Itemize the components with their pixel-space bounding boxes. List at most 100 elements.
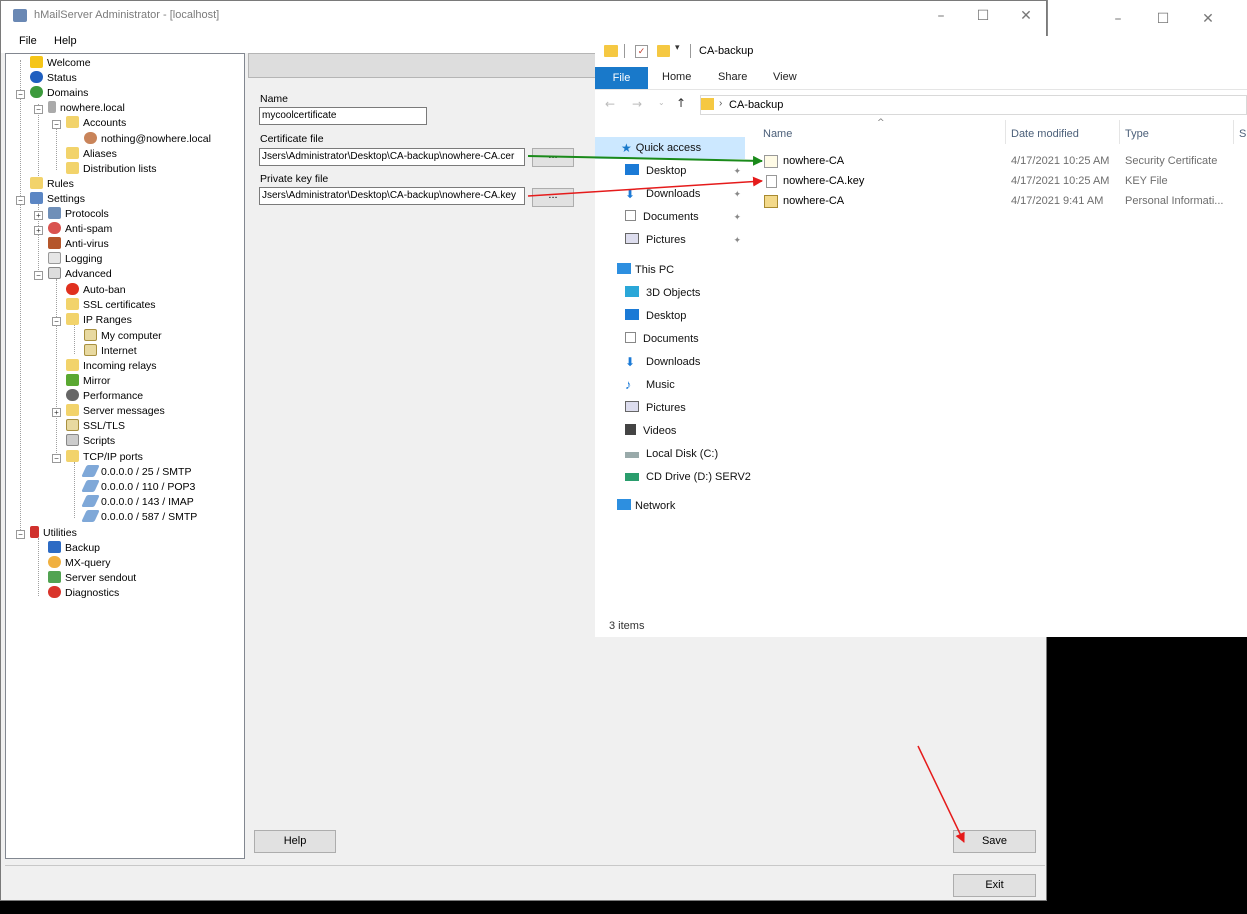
- tree-item-status[interactable]: Status: [30, 71, 77, 86]
- column-divider[interactable]: [1233, 120, 1234, 144]
- bg-maximize-icon[interactable]: ☐: [1148, 8, 1178, 30]
- up-icon[interactable]: ↑: [676, 96, 686, 110]
- file-row[interactable]: nowhere-CA 4/17/2021 10:25 AM Security C…: [763, 151, 1247, 171]
- tree-item-port[interactable]: 0.0.0.0 / 587 / SMTP: [81, 510, 197, 525]
- collapse-advanced-icon[interactable]: −: [34, 271, 43, 280]
- pin-icon[interactable]: ✦: [733, 206, 741, 228]
- file-row[interactable]: nowhere-CA.key 4/17/2021 10:25 AM KEY Fi…: [763, 171, 1247, 191]
- collapse-ip-ranges-icon[interactable]: −: [52, 317, 61, 326]
- tree-item-logging[interactable]: Logging: [48, 252, 102, 267]
- exit-button[interactable]: Exit: [953, 874, 1036, 897]
- column-size[interactable]: Si: [1239, 128, 1247, 140]
- expand-antispam-icon[interactable]: +: [34, 226, 43, 235]
- tree-item-incoming-relays[interactable]: Incoming relays: [66, 359, 157, 374]
- tree-item-domain[interactable]: nowhere.local: [48, 101, 125, 116]
- tree-item-settings[interactable]: Settings: [30, 192, 85, 207]
- nav-pc-documents[interactable]: Documents: [595, 328, 745, 350]
- nav-pc-pictures[interactable]: Pictures: [595, 397, 745, 419]
- ribbon-tab-file[interactable]: File: [595, 67, 648, 89]
- minimize-icon[interactable]: –: [926, 5, 956, 27]
- forward-icon[interactable]: →: [632, 97, 642, 111]
- tree-item-protocols[interactable]: Protocols: [48, 207, 109, 222]
- nav-pc-music[interactable]: ♪ Music: [595, 374, 745, 396]
- pin-icon[interactable]: ✦: [733, 183, 741, 205]
- tree-item-port[interactable]: 0.0.0.0 / 25 / SMTP: [81, 465, 191, 480]
- collapse-utilities-icon[interactable]: −: [16, 530, 25, 539]
- tree-item-port[interactable]: 0.0.0.0 / 143 / IMAP: [81, 495, 194, 510]
- tree-item-ssl-tls[interactable]: SSL/TLS: [66, 419, 125, 434]
- tree-item-performance[interactable]: Performance: [66, 389, 143, 404]
- tree-item-utilities[interactable]: Utilities: [30, 526, 77, 541]
- tree-item-advanced[interactable]: Advanced: [48, 267, 112, 282]
- private-key-field[interactable]: Jsers\Administrator\Desktop\CA-backup\no…: [259, 187, 525, 205]
- collapse-settings-icon[interactable]: −: [16, 196, 25, 205]
- tree-item-server-messages[interactable]: Server messages: [66, 404, 165, 419]
- tree-item-aliases[interactable]: Aliases: [66, 147, 117, 162]
- tree-item-server-sendout[interactable]: Server sendout: [48, 571, 136, 586]
- name-field[interactable]: mycoolcertificate: [259, 107, 427, 125]
- tree-item-ssl-certificates[interactable]: SSL certificates: [66, 298, 156, 313]
- properties-icon[interactable]: ✓: [635, 45, 648, 58]
- new-folder-icon[interactable]: [657, 45, 670, 57]
- column-type[interactable]: Type: [1125, 128, 1149, 140]
- tree-item-domains[interactable]: Domains: [30, 86, 88, 101]
- address-bar[interactable]: › CA-backup: [700, 95, 1247, 115]
- tree-item-account[interactable]: nothing@nowhere.local: [84, 132, 211, 147]
- tree-item-ip-ranges[interactable]: IP Ranges: [66, 313, 132, 328]
- collapse-domains-icon[interactable]: −: [16, 90, 25, 99]
- nav-quick-pictures[interactable]: Pictures ✦: [595, 229, 745, 251]
- navigation-tree[interactable]: Welcome Status − Domains − nowhere.local…: [5, 53, 245, 859]
- expand-server-messages-icon[interactable]: +: [52, 408, 61, 417]
- close-icon[interactable]: ✕: [1011, 5, 1041, 27]
- nav-pc-videos[interactable]: Videos: [595, 420, 745, 442]
- recent-dropdown-icon[interactable]: ⌄: [658, 98, 665, 107]
- tree-item-backup[interactable]: Backup: [48, 541, 100, 556]
- tree-item-diagnostics[interactable]: Diagnostics: [48, 586, 119, 601]
- tree-item-distribution-lists[interactable]: Distribution lists: [66, 162, 157, 177]
- tree-item-accounts[interactable]: Accounts: [66, 116, 126, 131]
- nav-pc-3d-objects[interactable]: 3D Objects: [595, 282, 745, 304]
- expand-protocols-icon[interactable]: +: [34, 211, 43, 220]
- menu-file[interactable]: File: [19, 35, 37, 47]
- tree-item-auto-ban[interactable]: Auto-ban: [66, 283, 126, 298]
- nav-quick-downloads[interactable]: ⬇ Downloads ✦: [595, 183, 745, 205]
- maximize-icon[interactable]: ☐: [968, 5, 998, 27]
- back-icon[interactable]: ←: [605, 97, 615, 111]
- tree-item-scripts[interactable]: Scripts: [66, 434, 115, 449]
- column-date-modified[interactable]: Date modified: [1011, 128, 1079, 140]
- tree-item-port[interactable]: 0.0.0.0 / 110 / POP3: [81, 480, 195, 495]
- tree-item-mx-query[interactable]: MX-query: [48, 556, 111, 571]
- browse-certificate-button[interactable]: ...: [532, 148, 574, 167]
- nav-pc-downloads[interactable]: ⬇ Downloads: [595, 351, 745, 373]
- pin-icon[interactable]: ✦: [733, 160, 741, 182]
- bg-close-icon[interactable]: ✕: [1193, 8, 1223, 30]
- tree-item-anti-virus[interactable]: Anti-virus: [48, 237, 109, 252]
- nav-this-pc[interactable]: This PC: [595, 259, 745, 281]
- tree-item-welcome[interactable]: Welcome: [30, 56, 91, 71]
- nav-quick-documents[interactable]: Documents ✦: [595, 206, 745, 228]
- pin-icon[interactable]: ✦: [733, 229, 741, 251]
- nav-quick-desktop[interactable]: Desktop ✦: [595, 160, 745, 182]
- save-button[interactable]: Save: [953, 830, 1036, 853]
- tree-item-anti-spam[interactable]: Anti-spam: [48, 222, 112, 237]
- tree-item-internet[interactable]: Internet: [84, 344, 137, 359]
- nav-pc-desktop[interactable]: Desktop: [595, 305, 745, 327]
- nav-network[interactable]: Network: [595, 495, 745, 517]
- column-divider[interactable]: [1119, 120, 1120, 144]
- column-divider[interactable]: [1005, 120, 1006, 144]
- collapse-domain-icon[interactable]: −: [34, 105, 43, 114]
- tree-item-my-computer[interactable]: My computer: [84, 329, 162, 344]
- nav-pc-local-disk[interactable]: Local Disk (C:): [595, 443, 745, 465]
- tree-item-rules[interactable]: Rules: [30, 177, 74, 192]
- menu-help[interactable]: Help: [54, 35, 77, 47]
- collapse-tcpip-icon[interactable]: −: [52, 454, 61, 463]
- qat-dropdown-icon[interactable]: ▾: [675, 43, 680, 53]
- bg-minimize-icon[interactable]: –: [1103, 8, 1133, 30]
- tree-item-mirror[interactable]: Mirror: [66, 374, 110, 389]
- ribbon-tab-share[interactable]: Share: [718, 71, 747, 83]
- nav-pc-cd-drive[interactable]: CD Drive (D:) SERV2: [595, 466, 751, 488]
- ribbon-tab-view[interactable]: View: [773, 71, 797, 83]
- column-name[interactable]: Name: [763, 128, 792, 140]
- nav-quick-access[interactable]: ★ Quick access: [595, 137, 745, 159]
- collapse-accounts-icon[interactable]: −: [52, 120, 61, 129]
